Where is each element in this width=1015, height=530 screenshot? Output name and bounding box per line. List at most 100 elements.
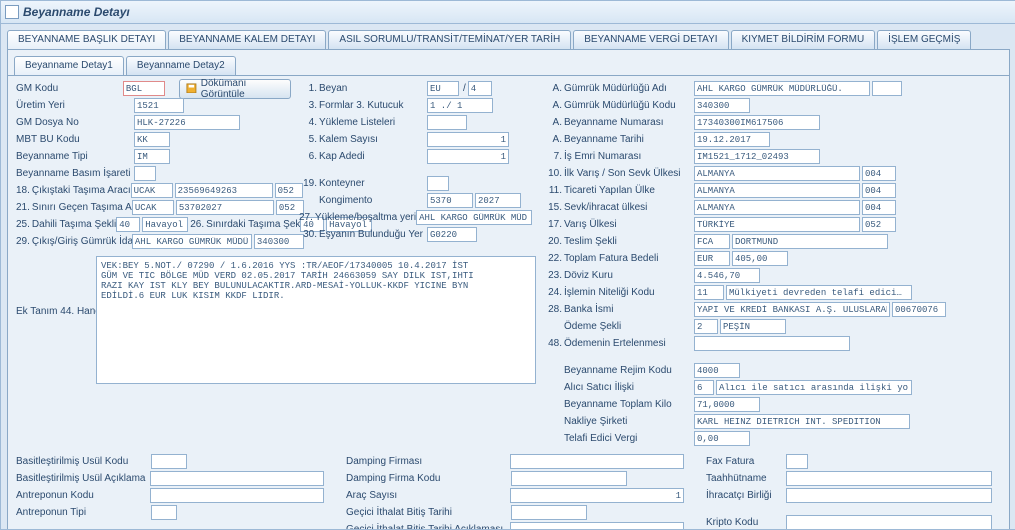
beyan-field2[interactable] [468, 81, 492, 96]
kap-field[interactable] [427, 149, 509, 164]
muad-field[interactable] [694, 81, 870, 96]
lbl-islem: İşlemin Niteliği Kodu [564, 287, 694, 298]
ihr-field[interactable] [786, 488, 992, 503]
dokuman-goruntule-button[interactable]: Dökümanı Görüntüle [179, 79, 291, 99]
cik-field2[interactable] [175, 183, 273, 198]
lbl-mbt: MBT BU Kodu [16, 134, 134, 145]
islem-field2[interactable] [726, 285, 912, 300]
btarih-field[interactable] [694, 132, 770, 147]
lbl-telafi: Telafi Edici Vergi [564, 433, 694, 444]
doviz-field[interactable] [694, 268, 760, 283]
dkod-field[interactable] [511, 471, 627, 486]
alici-field1[interactable] [694, 380, 714, 395]
yukleme-field[interactable] [427, 115, 467, 130]
ticaret-field2[interactable] [862, 183, 896, 198]
uretim-field[interactable] [134, 98, 184, 113]
sevk-field2[interactable] [862, 200, 896, 215]
tab-baslik[interactable]: BEYANNAME BAŞLIK DETAYI [7, 30, 166, 49]
telafi-field[interactable] [694, 431, 750, 446]
lbl-ticaret: Ticareti Yapılan Ülke [564, 185, 694, 196]
tip-field[interactable] [134, 149, 170, 164]
taah-field[interactable] [786, 471, 992, 486]
dahili-field1[interactable] [116, 217, 140, 232]
tab-asil[interactable]: ASIL SORUMLU/TRANSİT/TEMİNAT/YER TARİH [328, 30, 571, 49]
mukod-field[interactable] [694, 98, 750, 113]
esya-field[interactable] [427, 227, 477, 242]
cikis-field1[interactable] [132, 234, 252, 249]
beyan-field1[interactable] [427, 81, 459, 96]
arac-field[interactable] [510, 488, 684, 503]
cikis-field2[interactable] [254, 234, 304, 249]
bno-field[interactable] [694, 115, 820, 130]
dfirm-field[interactable] [510, 454, 684, 469]
tab-vergi[interactable]: BEYANNAME VERGİ DETAYI [573, 30, 728, 49]
mbt-field[interactable] [134, 132, 170, 147]
lbl-ek44: Ek Tanım 44. Hane [16, 306, 96, 317]
lbl-btarih: Beyanname Tarihi [564, 134, 694, 145]
ilk-field1[interactable] [694, 166, 860, 181]
varis-field1[interactable] [694, 217, 860, 232]
fatura-field2[interactable] [732, 251, 788, 266]
tab-islem[interactable]: İŞLEM GEÇMİŞ [877, 30, 971, 49]
nakliye-field[interactable] [694, 414, 910, 429]
tab-kiymet[interactable]: KIYMET BİLDİRİM FORMU [731, 30, 876, 49]
basim-field[interactable] [134, 166, 156, 181]
lbl-busulA: Basitleştirilmiş Usül Açıklama [16, 473, 150, 484]
alici-field2[interactable] [716, 380, 912, 395]
antrk-field[interactable] [150, 488, 324, 503]
subtab-detay1[interactable]: Beyanname Detay1 [14, 56, 124, 75]
gibt-field[interactable] [511, 505, 587, 520]
yb-field[interactable] [416, 210, 532, 225]
lbl-antrt: Antreponun Tipi [16, 507, 151, 518]
cik-field1[interactable] [131, 183, 173, 198]
lbl-dfirm: Damping Firması [346, 456, 510, 467]
main-panel: Beyanname Detay1 Beyanname Detay2 GM Kod… [7, 49, 1010, 530]
odeme-field1[interactable] [694, 319, 718, 334]
kilo-field[interactable] [694, 397, 760, 412]
banka-field1[interactable] [694, 302, 890, 317]
lbl-ihr: İhracatçı Birliği [706, 490, 786, 501]
sinir-field1[interactable] [132, 200, 174, 215]
busul-field[interactable] [151, 454, 187, 469]
save-icon [186, 83, 197, 95]
tab-kalem[interactable]: BEYANNAME KALEM DETAYI [168, 30, 326, 49]
dahili-field2[interactable] [142, 217, 188, 232]
fax-field[interactable] [786, 454, 808, 469]
lbl-varis: Varış Ülkesi [564, 219, 694, 230]
antrt-field[interactable] [151, 505, 177, 520]
isemri-field[interactable] [694, 149, 820, 164]
ertel-field[interactable] [694, 336, 850, 351]
formlar-field[interactable] [427, 98, 493, 113]
ilk-field2[interactable] [862, 166, 896, 181]
odeme-field2[interactable] [720, 319, 786, 334]
gibta-field[interactable] [510, 522, 684, 530]
teslim-field2[interactable] [732, 234, 888, 249]
lbl-kalem: Kalem Sayısı [319, 134, 427, 145]
ek44-textarea[interactable] [96, 256, 536, 384]
kalem-field[interactable] [427, 132, 509, 147]
lbl-kripto: Kripto Kodu [706, 517, 786, 528]
sinir-field2[interactable] [176, 200, 274, 215]
lbl-odeme: Ödeme Şekli [564, 321, 694, 332]
islem-field1[interactable] [694, 285, 724, 300]
sevk-field1[interactable] [694, 200, 860, 215]
kong-field1[interactable] [427, 193, 473, 208]
busulA-field[interactable] [150, 471, 324, 486]
lbl-teslim: Teslim Şekli [564, 236, 694, 247]
gm-kodu-field[interactable] [123, 81, 165, 96]
lbl-gm-dosya: GM Dosya No [16, 117, 134, 128]
lbl-sinir: Sınırı Geçen Taşıma Aracı [32, 202, 132, 213]
subtab-detay2[interactable]: Beyanname Detay2 [126, 56, 236, 75]
rejim-field[interactable] [694, 363, 740, 378]
banka-field2[interactable] [892, 302, 946, 317]
fatura-field1[interactable] [694, 251, 730, 266]
gm-dosya-field[interactable] [134, 115, 240, 130]
ticaret-field1[interactable] [694, 183, 860, 198]
right-column: A.Gümrük Müdürlüğü Adı A.Gümrük Müdürlüğ… [544, 80, 1001, 447]
lbl-alici: Alıcı Satıcı İlişki [564, 382, 694, 393]
kong-field2[interactable] [475, 193, 521, 208]
varis-field2[interactable] [862, 217, 896, 232]
teslim-field1[interactable] [694, 234, 730, 249]
konteyner-field[interactable] [427, 176, 449, 191]
lbl-fax: Fax Fatura [706, 456, 786, 467]
